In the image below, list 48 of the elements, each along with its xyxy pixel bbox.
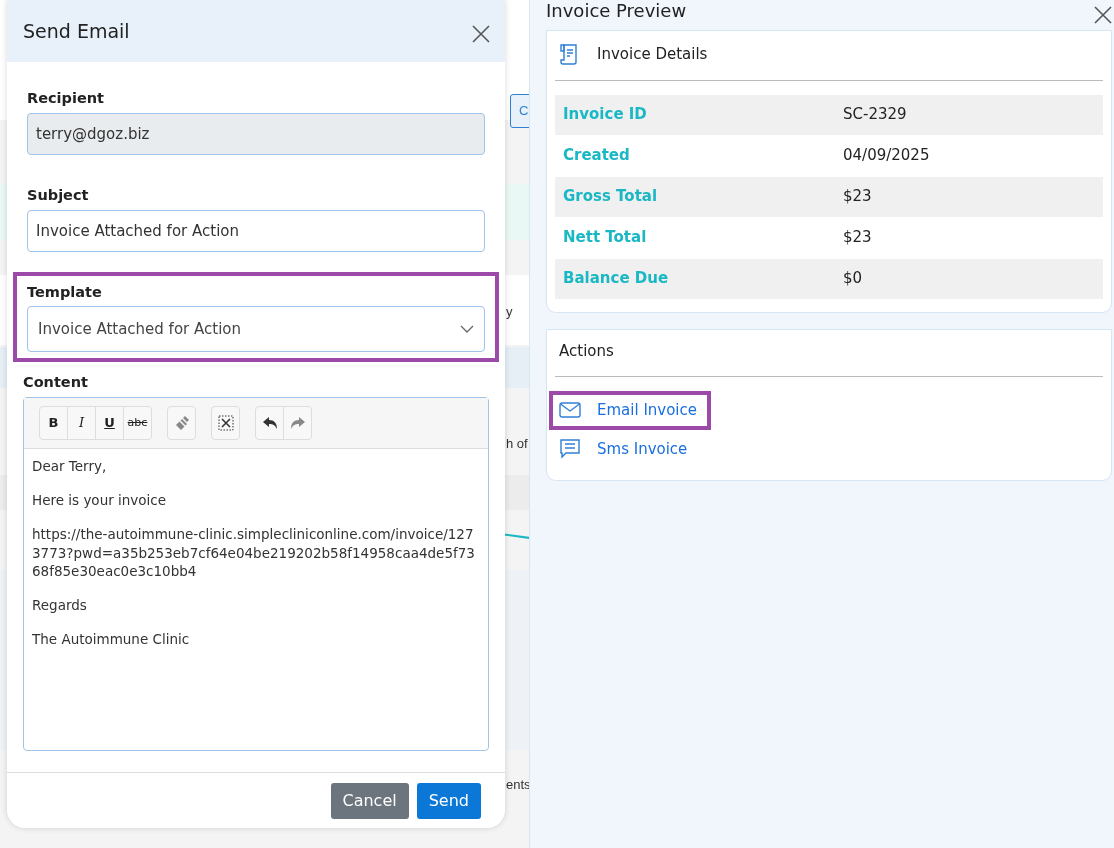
background-text: y <box>506 303 513 321</box>
subject-field[interactable]: Invoice Attached for Action <box>27 209 485 252</box>
row-value: 04/09/2025 <box>843 145 930 167</box>
action-link[interactable]: Email Invoice <box>549 391 711 430</box>
italic-button[interactable]: I <box>67 406 96 440</box>
template-dropdown[interactable]: Invoice Attached for Action <box>27 306 485 353</box>
row-label: Invoice ID <box>562 104 648 126</box>
row-value: $23 <box>843 227 872 249</box>
field-label: Subject <box>27 185 90 205</box>
receipt-icon <box>559 43 579 66</box>
bold-button[interactable]: B <box>39 406 68 440</box>
modal-title: Send Email <box>23 18 130 44</box>
field-label: Recipient <box>27 89 105 108</box>
underline-button[interactable]: U <box>95 406 124 440</box>
field-label: Content <box>23 373 89 393</box>
fullscreen-icon <box>217 415 234 431</box>
row-label: Nett Total <box>562 227 648 249</box>
row-label: Balance Due <box>562 268 670 290</box>
undo-button[interactable] <box>255 406 284 440</box>
row-label: Gross Total <box>562 186 659 208</box>
cancel-button[interactable]: Cancel <box>330 782 409 819</box>
envelope-icon <box>559 402 581 419</box>
background-text: h of <box>506 435 528 453</box>
action-link[interactable]: Sms Invoice <box>549 429 702 468</box>
strikethrough-button[interactable]: abc <box>123 406 152 440</box>
send-button[interactable]: Send <box>416 782 481 819</box>
row-value: SC-2329 <box>843 104 907 126</box>
chevron-down-icon <box>460 325 474 334</box>
email-paragraph: Regards <box>32 596 88 615</box>
row-value: $23 <box>843 186 872 208</box>
panel-title: Invoice Preview <box>546 0 687 22</box>
undo-icon <box>261 416 278 430</box>
card-title: Actions <box>559 340 614 362</box>
field-label: Template <box>27 282 103 302</box>
chat-icon <box>559 438 581 459</box>
row-label: Created <box>562 145 631 167</box>
clear-format-button[interactable] <box>167 406 196 440</box>
row-value: $0 <box>843 268 863 290</box>
email-paragraph: The Autoimmune Clinic <box>32 630 191 649</box>
email-paragraph: Dear Terry, <box>32 457 108 476</box>
fullscreen-button[interactable] <box>211 406 240 440</box>
email-paragraph: Here is your invoice <box>32 491 168 510</box>
redo-icon <box>289 416 306 430</box>
recipient-field[interactable]: terry@dgoz.biz <box>27 112 485 155</box>
email-paragraph: https://the-autoimmune-clinic.simplecliniconline.com/invoice/1273773?pwd=a35b253eb7cf64e04be219202b58f14958caa4de5f7368f85e30eac0e3c10bb4 <box>32 525 476 581</box>
rich-text-editor[interactable] <box>23 397 489 751</box>
background-button[interactable]: C <box>510 94 529 128</box>
card-title: Invoice Details <box>597 44 708 65</box>
